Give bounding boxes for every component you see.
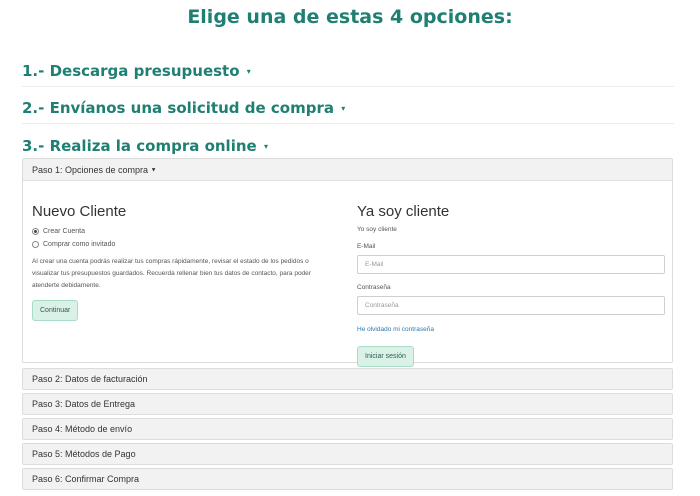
step5-header[interactable]: Paso 5: Métodos de Pago xyxy=(23,444,672,464)
new-client-description: Al crear una cuenta podrás realizar tus … xyxy=(32,258,311,289)
existing-client-title: Ya soy cliente xyxy=(357,203,450,220)
caret-down-icon: ▾ xyxy=(246,67,251,76)
new-client-title: Nuevo Cliente xyxy=(32,203,127,220)
radio-guest[interactable] xyxy=(32,241,39,248)
step4-header[interactable]: Paso 4: Método de envío xyxy=(23,419,672,439)
page-title: Elige una de estas 4 opciones: xyxy=(187,6,513,28)
password-field[interactable] xyxy=(357,296,665,315)
step6-header[interactable]: Paso 6: Confirmar Compra xyxy=(23,469,672,489)
caret-down-icon: ▾ xyxy=(341,104,346,113)
step2-panel[interactable]: Paso 2: Datos de facturación xyxy=(22,368,673,390)
existing-client-section: Ya soy cliente Yo soy cliente E-Mail Con… xyxy=(357,203,665,367)
step1-header[interactable]: Paso 1: Opciones de compra ▼ xyxy=(23,159,672,181)
option-buy-online-label: 3.- Realiza la compra online xyxy=(22,137,257,155)
login-button[interactable]: Iniciar sesión xyxy=(357,346,414,367)
radio-guest-label[interactable]: Comprar como invitado xyxy=(43,241,115,248)
existing-client-subtitle: Yo soy cliente xyxy=(357,226,397,233)
step3-header[interactable]: Paso 3: Datos de Entrega xyxy=(23,394,672,414)
new-client-section: Nuevo Cliente Crear Cuenta Comprar como … xyxy=(32,203,337,321)
step4-panel[interactable]: Paso 4: Método de envío xyxy=(22,418,673,440)
step2-header[interactable]: Paso 2: Datos de facturación xyxy=(23,369,672,389)
option-purchase-request-label: 2.- Envíanos una solicitud de compra xyxy=(22,99,334,117)
radio-create-account-label[interactable]: Crear Cuenta xyxy=(43,228,85,235)
password-label: Contraseña xyxy=(357,284,391,291)
step1-header-label: Paso 1: Opciones de compra xyxy=(32,165,149,175)
option-purchase-request[interactable]: 2.- Envíanos una solicitud de compra ▾ xyxy=(22,99,674,124)
caret-down-icon: ▾ xyxy=(263,142,268,151)
continue-button[interactable]: Continuar xyxy=(32,300,79,321)
step3-panel[interactable]: Paso 3: Datos de Entrega xyxy=(22,393,673,415)
radio-guest-row[interactable]: Comprar como invitado xyxy=(32,241,337,248)
radio-create-account[interactable] xyxy=(32,228,39,235)
caret-down-icon: ▼ xyxy=(150,167,157,174)
radio-create-account-row[interactable]: Crear Cuenta xyxy=(32,228,337,235)
option-download-quote[interactable]: 1.- Descarga presupuesto ▾ xyxy=(22,62,674,87)
step6-panel[interactable]: Paso 6: Confirmar Compra xyxy=(22,468,673,490)
step5-panel[interactable]: Paso 5: Métodos de Pago xyxy=(22,443,673,465)
step1-panel: Paso 1: Opciones de compra ▼ Nuevo Clien… xyxy=(22,158,673,367)
forgot-password-link[interactable]: He olvidado mi contraseña xyxy=(357,326,434,333)
email-field[interactable] xyxy=(357,255,665,274)
option-download-quote-label: 1.- Descarga presupuesto xyxy=(22,62,240,80)
email-label: E-Mail xyxy=(357,243,376,250)
